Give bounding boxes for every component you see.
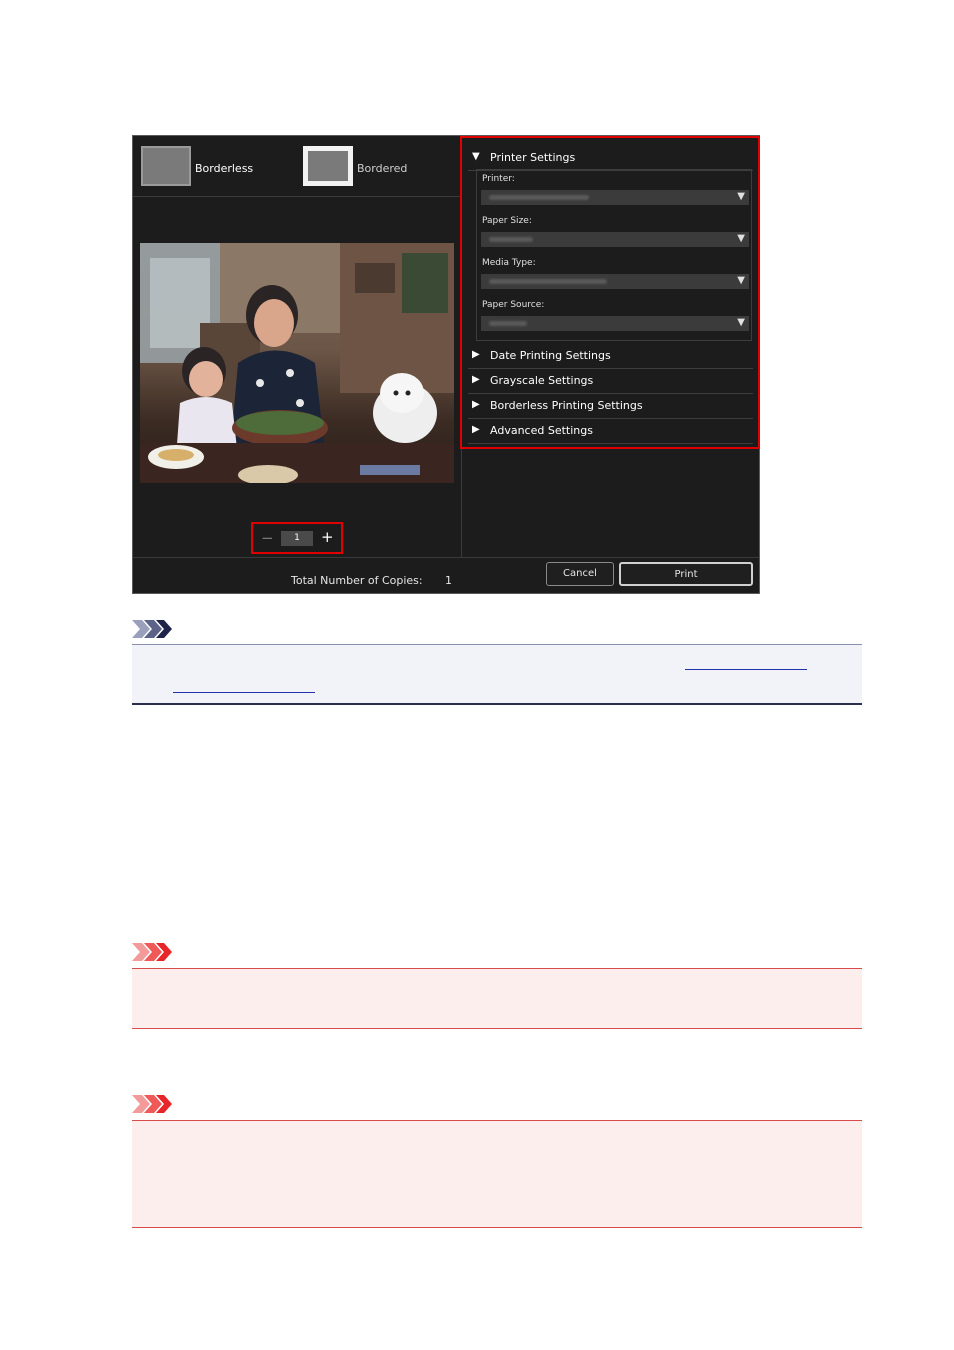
dialog-footer: Total Number of Copies: 1 Cancel Print <box>133 557 759 594</box>
media-type-label: Media Type: <box>482 258 536 268</box>
note-box <box>132 644 862 705</box>
preview-pane: Borderless Bordered − 1 + <box>133 136 462 557</box>
printer-label: Printer: <box>482 174 515 184</box>
dropdown-arrow-icon: ▼ <box>737 275 745 286</box>
printer-settings-body: Printer: ▼ Paper Size: ▼ Media Type: ▼ P… <box>476 169 752 341</box>
copies-stepper: − + <box>251 522 343 554</box>
triangle-down-icon: ▼ <box>472 151 480 162</box>
borderless-label: Borderless <box>195 162 254 175</box>
settings-pane: ▼ Printer Settings Printer: ▼ Paper Size… <box>460 136 760 557</box>
grayscale-settings-header[interactable]: ▶ Grayscale Settings <box>468 369 753 394</box>
print-settings-dialog: Borderless Bordered − 1 + ▼ Printer Sett… <box>132 135 760 594</box>
bordered-label: Bordered <box>357 162 408 175</box>
triangle-right-icon: ▶ <box>472 349 480 360</box>
printer-settings-title: Printer Settings <box>490 151 576 164</box>
borderless-printing-settings-header[interactable]: ▶ Borderless Printing Settings <box>468 394 753 419</box>
section-title: Grayscale Settings <box>490 374 594 387</box>
cancel-button[interactable]: Cancel <box>546 562 614 586</box>
blurred-value <box>489 279 607 284</box>
advanced-settings-header[interactable]: ▶ Advanced Settings <box>468 419 753 444</box>
bordered-thumbnail <box>303 146 353 186</box>
print-preview-photo <box>140 243 454 483</box>
paper-source-select[interactable]: ▼ <box>481 316 749 331</box>
borderless-thumbnail <box>141 146 191 186</box>
section-title: Date Printing Settings <box>490 349 611 362</box>
important-box <box>132 968 862 1029</box>
date-printing-settings-header[interactable]: ▶ Date Printing Settings <box>468 344 753 369</box>
section-title: Advanced Settings <box>490 424 593 437</box>
important-box <box>132 1120 862 1228</box>
note-chevron-icon <box>132 620 172 638</box>
blurred-value <box>489 237 533 242</box>
media-type-select[interactable]: ▼ <box>481 274 749 289</box>
section-title: Borderless Printing Settings <box>490 399 643 412</box>
paper-size-label: Paper Size: <box>482 216 532 226</box>
important-chevron-icon <box>132 1095 172 1113</box>
dropdown-arrow-icon: ▼ <box>737 233 745 244</box>
preview-image <box>140 243 454 483</box>
blurred-value <box>489 321 527 326</box>
total-copies-value: 1 <box>445 574 452 587</box>
settings-highlight: ▼ Printer Settings Printer: ▼ Paper Size… <box>460 136 760 449</box>
dropdown-arrow-icon: ▼ <box>737 317 745 328</box>
triangle-right-icon: ▶ <box>472 374 480 385</box>
important-chevron-icon <box>132 943 172 961</box>
printer-settings-header[interactable]: ▼ Printer Settings <box>468 146 753 171</box>
increase-copies-button[interactable]: + <box>321 528 334 546</box>
total-copies-label: Total Number of Copies: <box>291 574 423 587</box>
paper-size-select[interactable]: ▼ <box>481 232 749 247</box>
layout-selector: Borderless Bordered <box>133 136 461 197</box>
paper-source-label: Paper Source: <box>482 300 545 310</box>
dropdown-arrow-icon: ▼ <box>737 191 745 202</box>
note-link-underline[interactable] <box>173 692 315 693</box>
blurred-value <box>489 195 589 200</box>
note-link-underline[interactable] <box>685 669 807 670</box>
triangle-right-icon: ▶ <box>472 424 480 435</box>
print-button[interactable]: Print <box>619 562 753 586</box>
triangle-right-icon: ▶ <box>472 399 480 410</box>
printer-select[interactable]: ▼ <box>481 190 749 205</box>
copies-input[interactable] <box>281 531 313 546</box>
decrease-copies-button[interactable]: − <box>261 529 274 547</box>
